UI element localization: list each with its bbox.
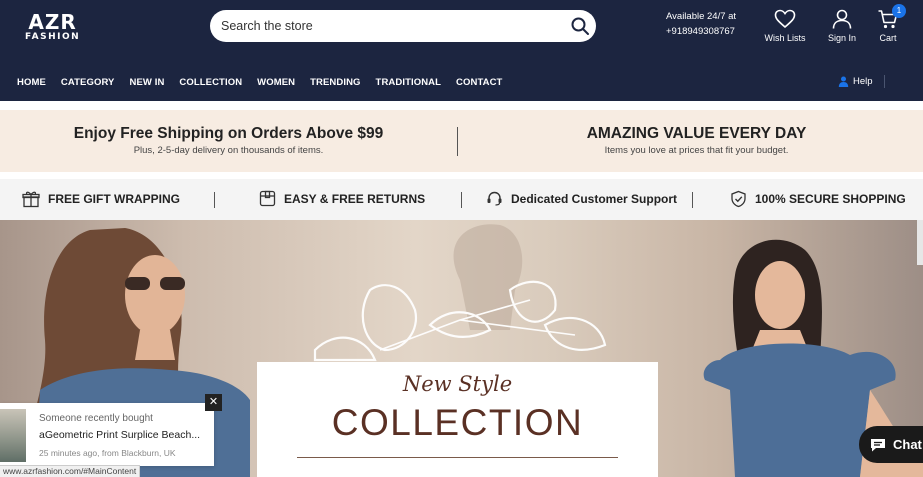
feature-label: EASY & FREE RETURNS <box>284 191 426 206</box>
promo-left-subtitle: Plus, 2-5-day delivery on thousands of i… <box>133 145 324 156</box>
hero-script-title: New Style <box>402 372 513 396</box>
feature-secure-shopping: 100% SECURE SHOPPING <box>730 190 906 208</box>
logo-sub-text: FASHION <box>25 32 81 42</box>
cart-count-badge: 1 <box>892 4 906 18</box>
scrollbar[interactable] <box>917 220 923 265</box>
decorative-leaves <box>313 224 607 362</box>
availability-text: Available 24/7 at <box>666 11 737 22</box>
person-icon <box>838 76 849 87</box>
promo-band: Enjoy Free Shipping on Orders Above $99 … <box>0 110 923 172</box>
nav-item-collection[interactable]: COLLECTION <box>179 77 242 88</box>
divider <box>461 192 462 208</box>
recent-purchase-popup[interactable]: Someone recently bought aGeometric Print… <box>0 403 214 466</box>
heart-icon <box>774 9 796 29</box>
nav-item-home[interactable]: HOME <box>17 77 46 88</box>
logo-main-text: AZR <box>28 10 77 34</box>
cart-button[interactable]: Cart 1 <box>863 4 913 43</box>
close-icon[interactable]: ✕ <box>205 394 222 411</box>
feature-free-returns: EASY & FREE RETURNS <box>259 190 425 207</box>
status-bar-url: www.azrfashion.com/#MainContent <box>0 465 141 477</box>
shield-icon <box>731 190 746 208</box>
promo-right-title: AMAZING VALUE EVERY DAY <box>586 125 807 142</box>
availability-info: Available 24/7 at +918949308767 <box>666 9 736 39</box>
search-input[interactable] <box>221 16 561 36</box>
nav-item-traditional[interactable]: TRADITIONAL <box>376 77 441 88</box>
search-icon[interactable] <box>570 16 590 36</box>
divider <box>884 75 885 88</box>
site-header: AZR FASHION Available 24/7 at +918949308… <box>0 0 923 101</box>
signin-label: Sign In <box>827 33 857 43</box>
search-bar <box>210 10 596 42</box>
nav-item-women[interactable]: WOMEN <box>257 77 295 88</box>
free-shipping-promo: Enjoy Free Shipping on Orders Above $99 … <box>0 124 457 156</box>
wishlist-label: Wish Lists <box>764 33 806 43</box>
feature-gift-wrapping: FREE GIFT WRAPPING <box>22 190 180 208</box>
help-link[interactable]: Help <box>838 76 873 87</box>
popup-meta-text: 25 minutes ago, from Blackburn, UK <box>39 448 176 458</box>
page: AZR FASHION Available 24/7 at +918949308… <box>0 0 923 477</box>
user-icon <box>832 9 852 29</box>
nav-item-trending[interactable]: TRENDING <box>310 77 360 88</box>
chat-icon <box>871 438 885 451</box>
help-label: Help <box>853 76 873 87</box>
chat-label: Chat <box>893 437 922 452</box>
value-promo: AMAZING VALUE EVERY DAY Items you love a… <box>458 124 923 156</box>
chat-button[interactable]: Chat <box>859 426 923 463</box>
feature-customer-support: Dedicated Customer Support <box>486 190 677 207</box>
signin-button[interactable]: Sign In <box>817 9 867 43</box>
wishlist-button[interactable]: Wish Lists <box>760 9 810 43</box>
divider <box>297 457 618 458</box>
collection-card: New Style COLLECTION <box>257 362 658 477</box>
nav-item-new-in[interactable]: NEW IN <box>130 77 165 88</box>
divider <box>214 192 215 208</box>
main-nav: HOME CATEGORY NEW IN COLLECTION WOMEN TR… <box>17 77 502 88</box>
headset-icon <box>487 191 502 206</box>
phone-number[interactable]: +918949308767 <box>666 24 736 39</box>
popup-intro-text: Someone recently bought <box>39 413 153 424</box>
feature-label: 100% SECURE SHOPPING <box>755 192 906 206</box>
product-thumbnail[interactable] <box>0 409 26 462</box>
feature-label: Dedicated Customer Support <box>511 191 678 206</box>
cart-label: Cart <box>879 33 897 43</box>
feature-label: FREE GIFT WRAPPING <box>48 192 180 206</box>
nav-item-category[interactable]: CATEGORY <box>61 77 115 88</box>
popup-product-name[interactable]: aGeometric Print Surplice Beach... <box>39 429 200 441</box>
nav-item-contact[interactable]: CONTACT <box>456 77 502 88</box>
promo-right-subtitle: Items you love at prices that fit your b… <box>604 145 789 156</box>
features-strip: FREE GIFT WRAPPING EASY & FREE RETURNS D… <box>0 179 923 220</box>
box-icon <box>259 190 276 207</box>
promo-left-title: Enjoy Free Shipping on Orders Above $99 <box>73 125 384 142</box>
divider <box>692 192 693 208</box>
hero-main-title: COLLECTION <box>331 402 584 443</box>
brand-logo[interactable]: AZR FASHION <box>25 12 80 42</box>
gift-icon <box>22 191 40 208</box>
